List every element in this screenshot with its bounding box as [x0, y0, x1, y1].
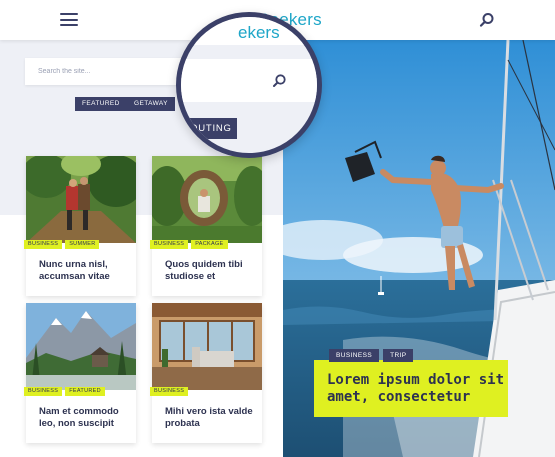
card-title[interactable]: Quos quidem tibi studiose et [165, 259, 257, 283]
card-tag[interactable]: BUSINESS [150, 240, 189, 249]
lens-header: ekers [181, 17, 317, 45]
search-icon[interactable] [271, 73, 287, 89]
lens-logo-text: ekers [238, 23, 280, 42]
hero-tags: BUSINESS TRIP [329, 349, 414, 362]
article-card[interactable]: BUSINESS FEATURED Nam et commodo leo, no… [24, 303, 136, 443]
card-title[interactable]: Mihi vero ista valde probata [165, 406, 257, 430]
filter-tag-featured[interactable]: FEATURED [75, 97, 127, 111]
search-icon[interactable] [478, 11, 496, 29]
hero-title[interactable]: Lorem ipsum dolor sit amet, consectetur [327, 372, 507, 406]
card-image-mountain-cabin [26, 303, 136, 390]
card-title[interactable]: Nunc urna nisl, accumsan vitae [39, 259, 131, 283]
card-title[interactable]: Nam et commodo leo, non suscipit [39, 406, 131, 430]
card-tag[interactable]: BUSINESS [150, 387, 189, 396]
card-image-sunroom-interior [152, 303, 262, 390]
card-tag[interactable]: PACKAGE [191, 240, 228, 249]
card-image-jungle-travelers [26, 156, 136, 243]
article-card[interactable]: BUSINESS SUMMER Nunc urna nisl, accumsan… [24, 156, 136, 296]
filter-tag-scouting[interactable]: OUTING [181, 118, 237, 139]
card-tag[interactable]: BUSINESS [24, 387, 63, 396]
article-card[interactable]: BUSINESS Mihi vero ista valde probata [150, 303, 262, 443]
card-tag[interactable]: FEATURED [65, 387, 105, 396]
lens-search-box [181, 59, 317, 102]
card-image-tree-swing [152, 156, 262, 243]
card-tag[interactable]: SUMMER [65, 240, 100, 249]
article-card[interactable]: BUSINESS PACKAGE Quos quidem tibi studio… [150, 156, 262, 296]
card-tag[interactable]: BUSINESS [24, 240, 63, 249]
filter-tag-getaway[interactable]: GETAWAY [127, 97, 175, 111]
hero-caption-box[interactable]: Lorem ipsum dolor sit amet, consectetur [314, 360, 508, 417]
hamburger-menu-icon[interactable] [60, 13, 78, 26]
hero-tag-trip[interactable]: TRIP [383, 349, 414, 362]
magnifier-lens: ekers OUTING [176, 12, 322, 158]
hero-tag-business[interactable]: BUSINESS [329, 349, 380, 362]
